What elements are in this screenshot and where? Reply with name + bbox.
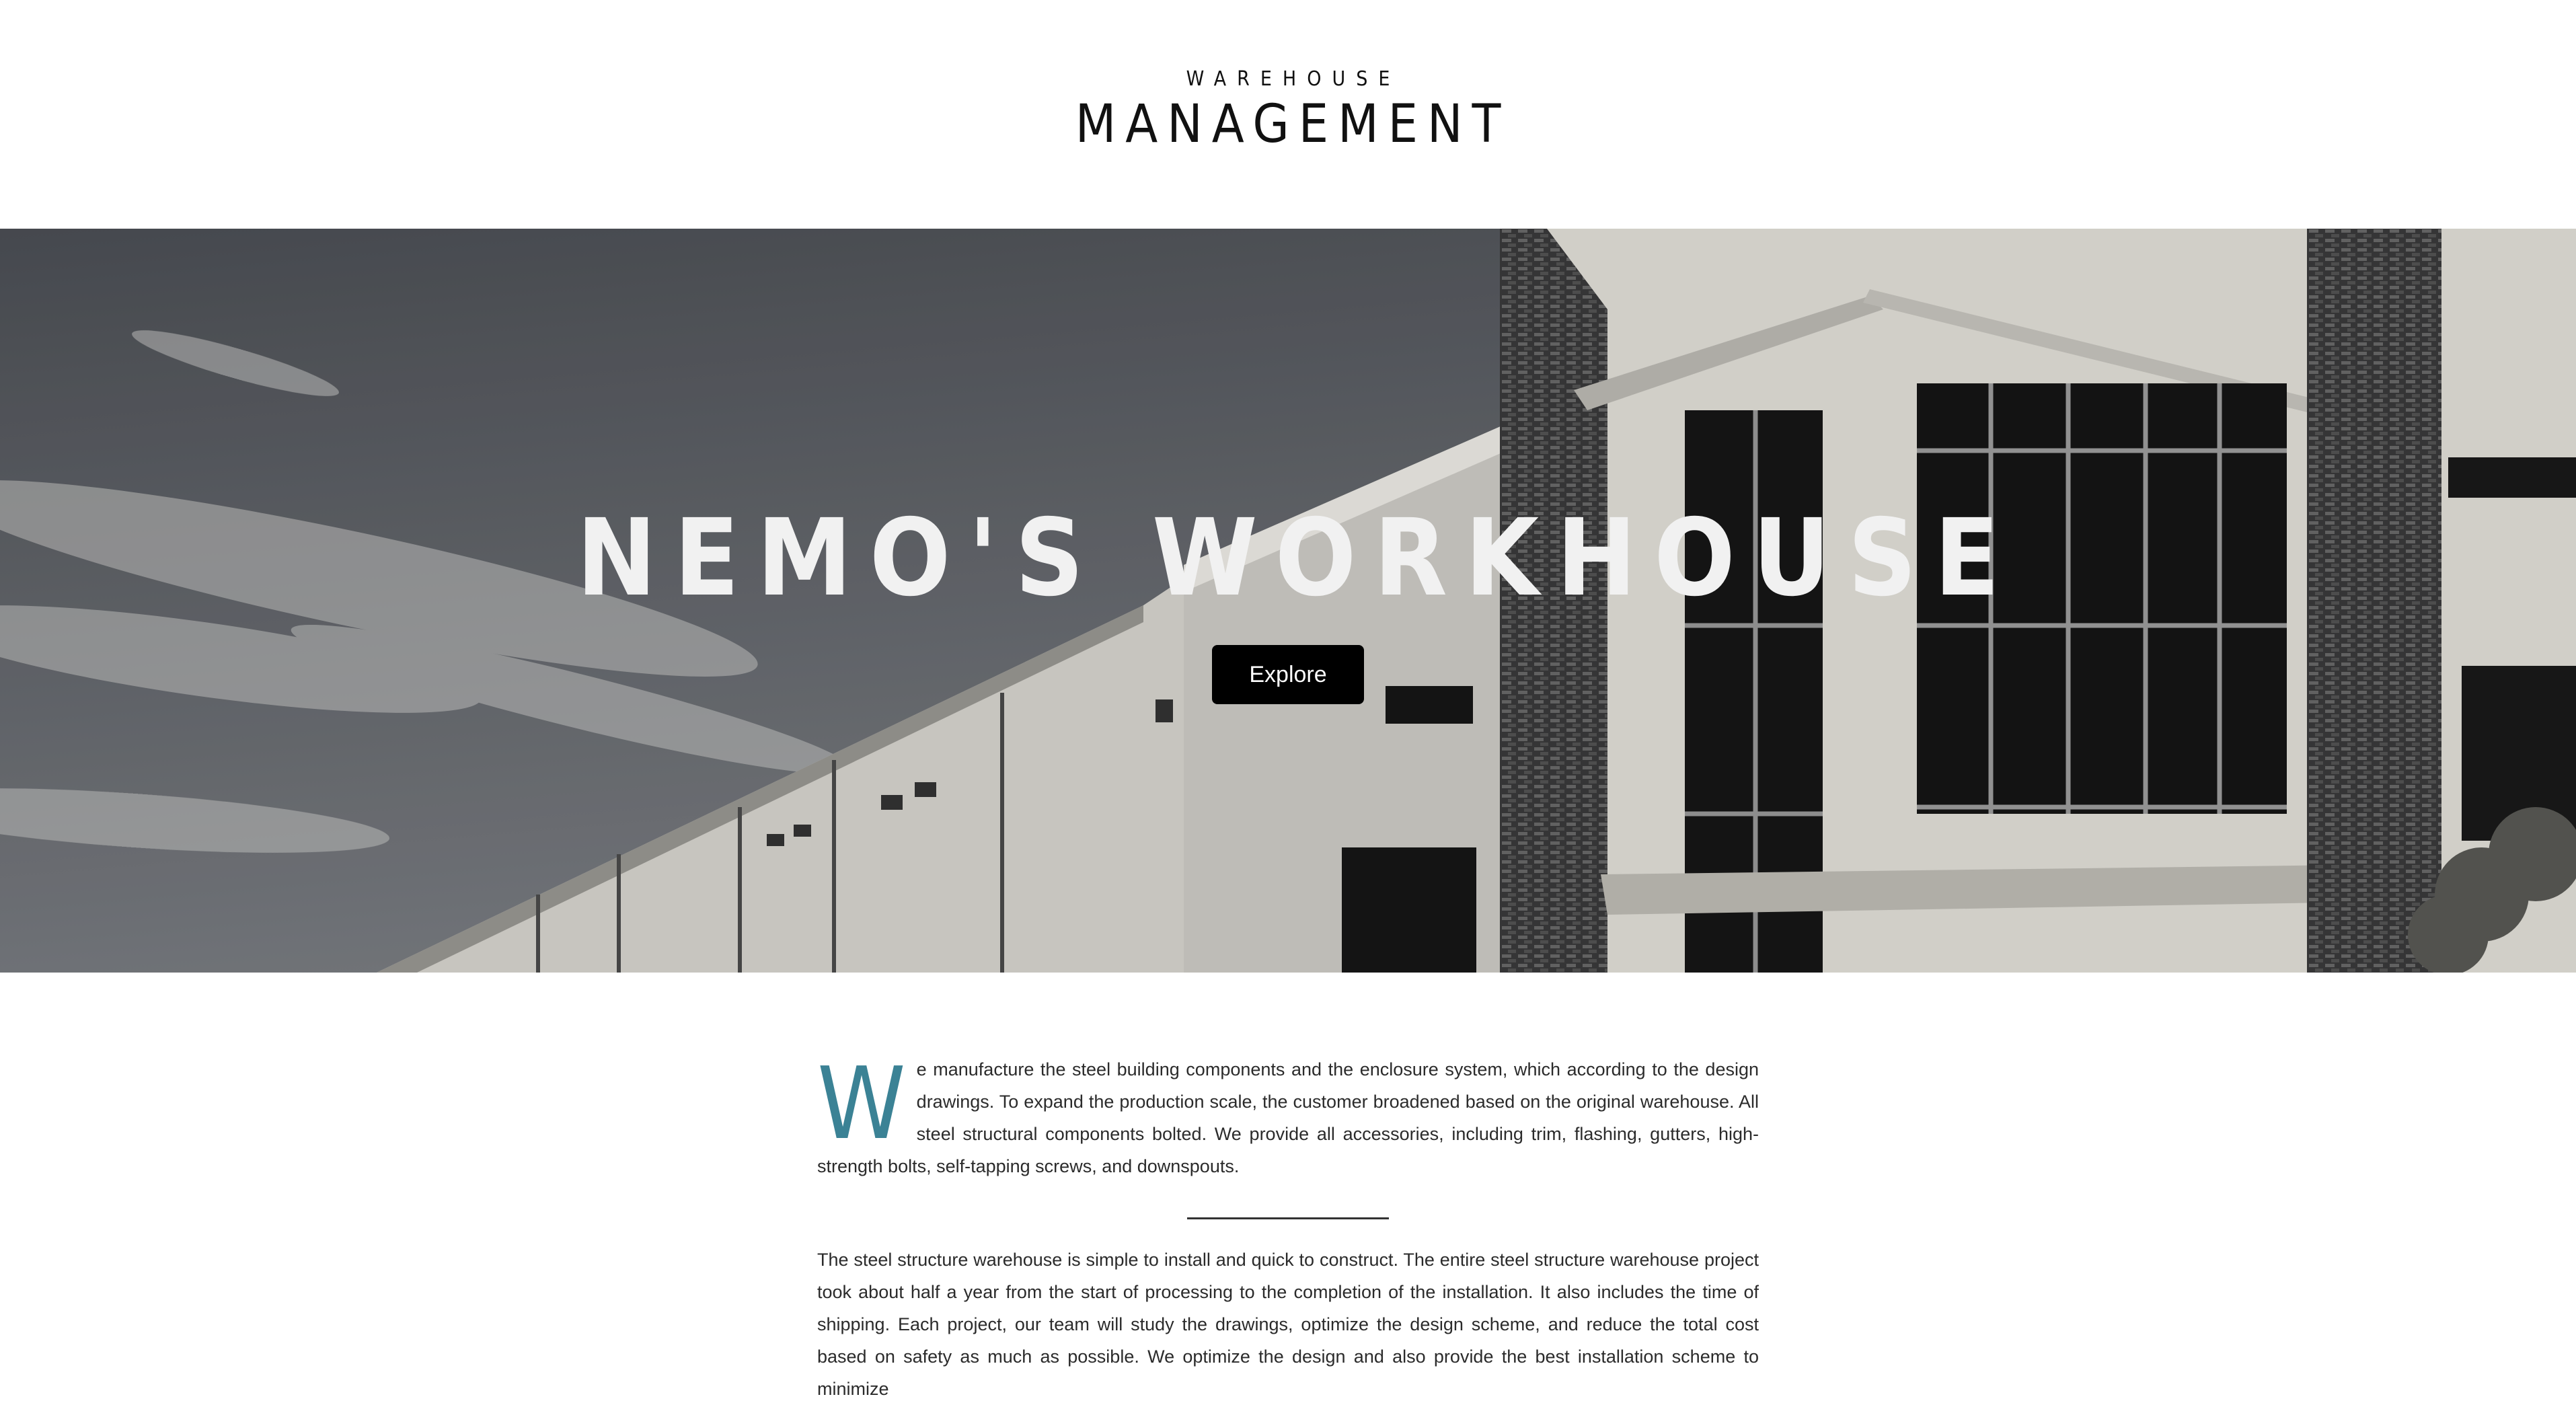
logo-title: MANAGEMENT xyxy=(1075,94,1511,155)
site-logo[interactable]: WAREHOUSE MANAGEMENT xyxy=(0,65,2576,155)
explore-button[interactable]: Explore xyxy=(1212,645,1364,704)
drop-cap-letter: W xyxy=(817,1046,906,1162)
hero-title: NEMO'S WORKHOUSE xyxy=(576,496,2017,620)
site-header: WAREHOUSE MANAGEMENT xyxy=(0,0,2576,229)
article-content: We manufacture the steel building compon… xyxy=(817,1053,1759,1405)
hero-banner: NEMO'S WORKHOUSE Explore xyxy=(0,229,2576,973)
logo-subtitle: WAREHOUSE xyxy=(1186,67,1401,91)
intro-paragraph: We manufacture the steel building compon… xyxy=(817,1053,1759,1182)
body-paragraph: The steel structure warehouse is simple … xyxy=(817,1250,1759,1399)
intro-paragraph-text: e manufacture the steel building compone… xyxy=(817,1059,1759,1176)
section-divider xyxy=(1187,1217,1389,1219)
